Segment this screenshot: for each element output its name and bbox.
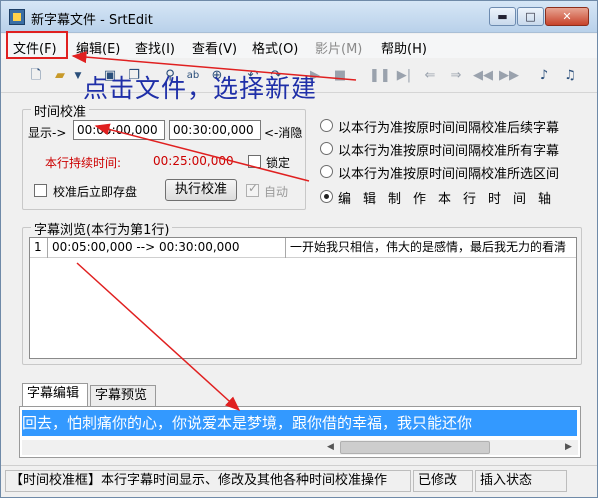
minimize-button[interactable]: ▬: [489, 7, 516, 26]
highlight-box: [6, 31, 68, 59]
subtitle-edit-panel: 回去，怕刺痛你的心，你说爱本是梦境，跟你借的幸福，我只能还你 ◀ ▶: [19, 406, 581, 458]
option-range-radio[interactable]: [320, 165, 333, 178]
new-file-icon[interactable]: 🗋: [27, 67, 45, 85]
duration-label: 本行持续时间:: [45, 156, 122, 170]
step-forward-icon[interactable]: ▶|: [395, 67, 413, 85]
menu-bar: 文件(F) 编辑(E) 查找(I) 查看(V) 格式(O) 影片(M) 帮助(H…: [1, 34, 597, 58]
scroll-left-icon[interactable]: ◀: [322, 440, 339, 455]
option-timeline-radio[interactable]: [320, 190, 333, 203]
scroll-right-icon[interactable]: ▶: [560, 440, 577, 455]
status-bar: 【时间校准框】本行字幕时间显示、修改及其他各种时间校准操作 已修改 插入状态: [1, 465, 597, 497]
option-timeline-label: 编辑制作本行时间轴: [338, 192, 564, 207]
window-title: 新字幕文件 - SrtEdit: [31, 13, 153, 28]
status-input-mode: 插入状态: [475, 470, 567, 492]
tab-subtitle-preview[interactable]: 字幕预览: [90, 385, 156, 407]
run-calibration-button[interactable]: 执行校准: [165, 179, 237, 201]
row-number: 1: [30, 238, 48, 258]
next-icon[interactable]: ⇒: [447, 67, 465, 85]
end-label: <-消隐: [264, 126, 303, 140]
save-after-label: 校准后立即存盘: [53, 185, 138, 199]
menu-edit[interactable]: 编辑(E): [76, 38, 120, 57]
menu-help[interactable]: 帮助(H): [381, 38, 427, 57]
row-text: 一开始我只相信，伟大的是感情，最后我无力的看清: [290, 240, 567, 254]
menu-view[interactable]: 查看(V): [192, 38, 237, 57]
option-following-radio[interactable]: [320, 119, 333, 132]
scrollbar-thumb[interactable]: [340, 441, 490, 454]
lock-label: 锁定: [266, 156, 291, 170]
effect1-icon[interactable]: ♪: [535, 67, 553, 85]
option-range-label: 以本行为准按原时间间隔校准所选区间: [338, 167, 560, 182]
close-button[interactable]: ✕: [545, 7, 589, 26]
horizontal-scrollbar[interactable]: ◀ ▶: [22, 440, 578, 455]
app-window: 新字幕文件 - SrtEdit ▬ □ ✕ 文件(F) 编辑(E) 查找(I) …: [0, 0, 598, 498]
status-modified: 已修改: [413, 470, 473, 492]
rewind-icon[interactable]: ◀◀: [473, 67, 493, 85]
table-row[interactable]: 1 00:05:00,000 --> 00:30:00,000 一开始我只相信，…: [30, 238, 576, 258]
subtitle-browse-title: 字幕浏览(本行为第1行): [31, 219, 173, 238]
app-icon: [9, 9, 25, 25]
auto-label: 自动: [264, 185, 289, 199]
option-following-label: 以本行为准按原时间间隔校准后续字幕: [338, 121, 560, 136]
display-label: 显示->: [28, 126, 67, 140]
save-after-checkbox[interactable]: [34, 184, 47, 197]
duration-value: 00:25:00,000: [153, 154, 234, 168]
time-calibration-title: 时间校准: [31, 101, 90, 120]
effect2-icon[interactable]: ♫: [561, 67, 579, 85]
maximize-button[interactable]: □: [517, 7, 544, 26]
auto-checkbox[interactable]: [246, 181, 259, 197]
dropdown-arrow-icon[interactable]: ▼: [73, 67, 83, 85]
option-all-radio[interactable]: [320, 142, 333, 155]
open-folder-icon[interactable]: ▰: [51, 67, 69, 85]
row-time: 00:05:00,000 --> 00:30:00,000: [48, 238, 286, 258]
tab-subtitle-edit[interactable]: 字幕编辑: [22, 383, 88, 407]
status-help-text: 【时间校准框】本行字幕时间显示、修改及其他各种时间校准操作: [5, 470, 411, 492]
start-time-input[interactable]: 00:05:00,000: [73, 120, 165, 140]
annotation-text: 点击文件，选择新建: [83, 74, 318, 103]
subtitle-edit-field[interactable]: 回去，怕刺痛你的心，你说爱本是梦境，跟你借的幸福，我只能还你: [22, 410, 577, 436]
end-time-input[interactable]: 00:30:00,000: [169, 120, 261, 140]
pause-icon[interactable]: ❚❚: [369, 67, 391, 85]
menu-movie[interactable]: 影片(M): [315, 38, 362, 57]
stop-icon[interactable]: ■: [331, 67, 349, 85]
prev-icon[interactable]: ⇐: [421, 67, 439, 85]
title-bar: 新字幕文件 - SrtEdit ▬ □ ✕: [1, 1, 597, 33]
subtitle-list[interactable]: 1 00:05:00,000 --> 00:30:00,000 一开始我只相信，…: [29, 237, 577, 359]
lock-checkbox[interactable]: [248, 155, 261, 168]
menu-format[interactable]: 格式(O): [252, 38, 298, 57]
option-all-label: 以本行为准按原时间间隔校准所有字幕: [338, 144, 560, 159]
fast-forward-icon[interactable]: ▶▶: [499, 67, 519, 85]
menu-find[interactable]: 查找(I): [135, 38, 175, 57]
